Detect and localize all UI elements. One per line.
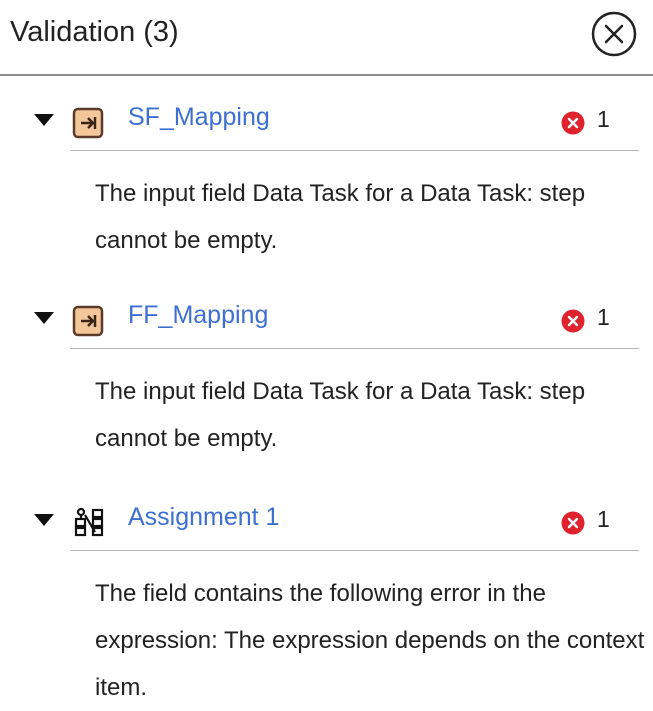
error-x-icon	[561, 309, 585, 333]
divider	[70, 550, 639, 551]
validation-item-row: FF_Mapping 1	[0, 292, 653, 349]
collapse-caret-icon[interactable]	[34, 514, 54, 526]
mapping-task-icon	[72, 305, 104, 337]
divider	[70, 348, 639, 349]
error-count: 1	[597, 506, 610, 532]
close-button[interactable]	[589, 9, 639, 59]
collapse-caret-icon[interactable]	[34, 114, 54, 126]
validation-message: The input field Data Task for a Data Tas…	[95, 180, 586, 254]
error-count: 1	[597, 304, 610, 330]
error-count: 1	[597, 106, 610, 132]
validation-item-row: SF_Mapping 1	[0, 94, 653, 151]
item-name-link[interactable]: Assignment 1	[128, 503, 279, 532]
collapse-caret-icon[interactable]	[34, 312, 54, 324]
panel-title: Validation (3)	[10, 16, 179, 48]
divider	[70, 150, 639, 151]
item-name-link[interactable]: SF_Mapping	[128, 103, 270, 132]
validation-message: The input field Data Task for a Data Tas…	[95, 378, 586, 452]
assignment-icon	[74, 507, 104, 537]
error-x-icon	[561, 111, 585, 135]
mapping-task-icon	[72, 107, 104, 139]
validation-message: The field contains the following error i…	[95, 580, 645, 701]
validation-item-row: Assignment 1 1	[0, 494, 653, 551]
error-x-icon	[561, 511, 585, 535]
close-circle-icon[interactable]	[589, 9, 639, 59]
item-name-link[interactable]: FF_Mapping	[128, 301, 268, 330]
panel-header: Validation (3)	[0, 0, 653, 76]
